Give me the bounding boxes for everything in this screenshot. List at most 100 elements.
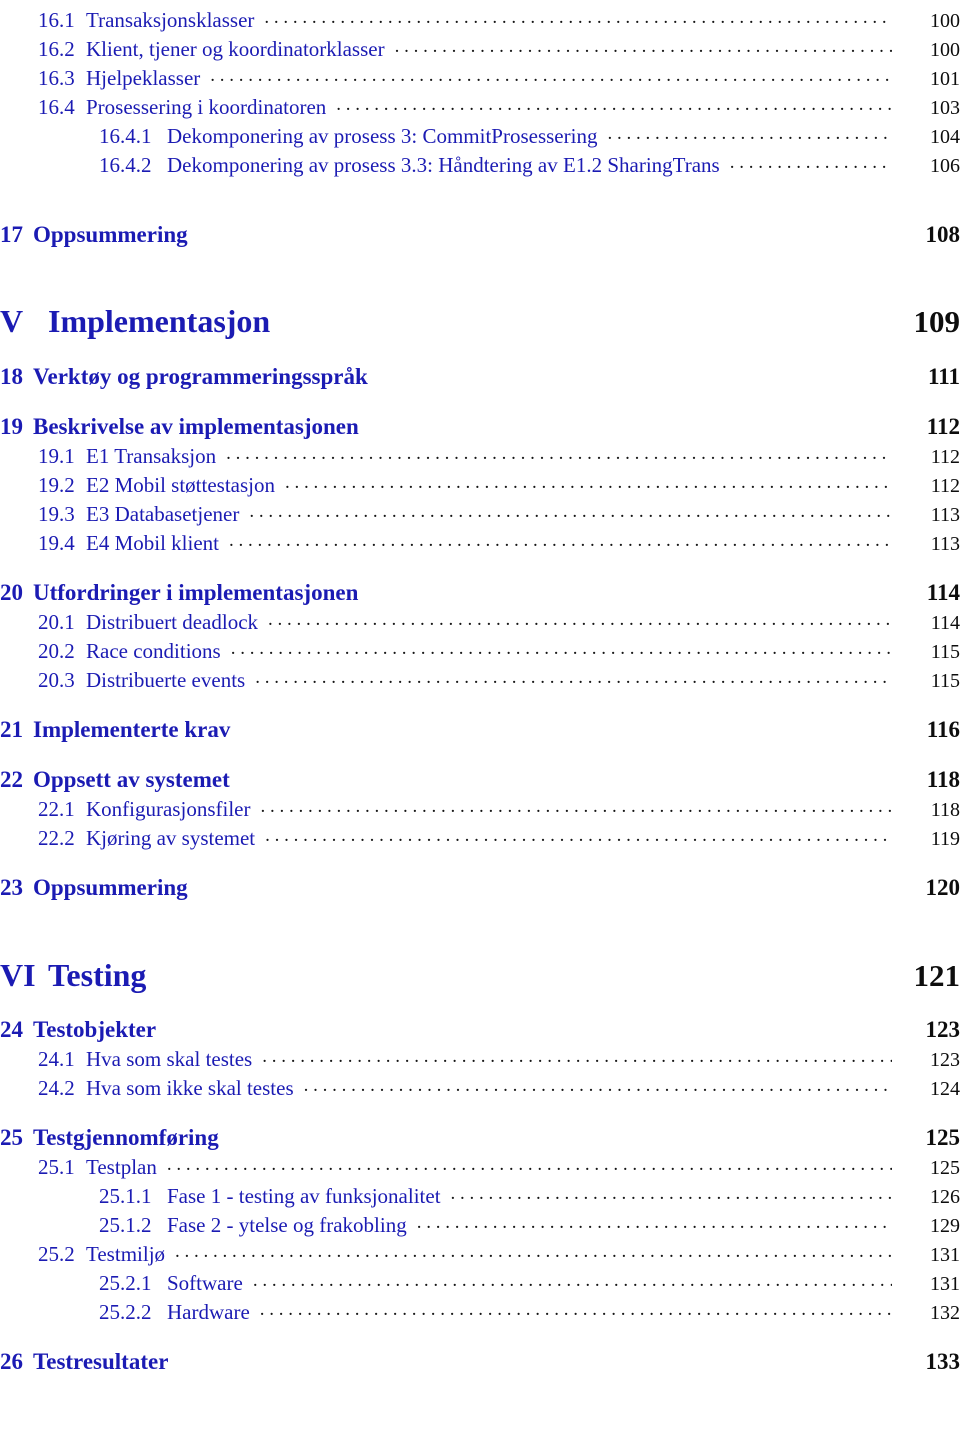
- dot-leader: [262, 1045, 892, 1066]
- toc-entry-number: 20.3: [38, 668, 75, 693]
- toc-entry-19[interactable]: 19 Beskrivelse av implementasjonen 112: [0, 413, 960, 439]
- toc-entry-VI[interactable]: VI Testing 121: [0, 956, 960, 993]
- toc-entry-21[interactable]: 21 Implementerte krav 116: [0, 718, 960, 742]
- toc-entry-16-1[interactable]: 16.1 Transaksjonsklasser 100: [0, 6, 960, 32]
- toc-entry-page-number: 129: [930, 1215, 960, 1238]
- toc-entry-25-2-2[interactable]: 25.2.2 Hardware 132: [0, 1298, 960, 1324]
- toc-entry-title: Kjøring av systemet: [86, 826, 256, 851]
- toc-entry-25-1[interactable]: 25.1 Testplan 125: [0, 1153, 960, 1179]
- dot-leader: [255, 666, 892, 687]
- toc-entry-V[interactable]: V Implementasjon 109: [0, 305, 960, 339]
- toc-entry-page-number: 103: [930, 97, 960, 119]
- dot-leader: [167, 1153, 892, 1174]
- toc-entry-number: 22.2: [38, 826, 75, 851]
- toc-entry-number: 25.2.2: [99, 1300, 152, 1325]
- toc-entry-25-1-2[interactable]: 25.1.2 Fase 2 - ytelse og frakobling 129: [0, 1211, 960, 1237]
- toc-entry-17[interactable]: 17 Oppsummering 108: [0, 222, 960, 247]
- toc-entry-25-1-1[interactable]: 25.1.1 Fase 1 - testing av funksjonalitet…: [0, 1182, 960, 1208]
- toc-entry-title: Testobjekter: [33, 1017, 157, 1043]
- toc-entry-26[interactable]: 26 Testresultater 133: [0, 1350, 960, 1374]
- toc-entry-page-number: 112: [930, 446, 960, 469]
- toc-entry-24-2[interactable]: 24.2 Hva som ikke skal testes 124: [0, 1074, 960, 1100]
- toc-entry-number: 26: [0, 1349, 23, 1375]
- toc-entry-25-2[interactable]: 25.2 Testmiljø 131: [0, 1240, 960, 1266]
- toc-entry-page-number: 114: [926, 580, 960, 606]
- toc-entry-number: 16.3: [38, 66, 75, 90]
- toc-entry-title: E4 Mobil klient: [86, 531, 219, 556]
- toc-entry-title: Testgjennomføring: [33, 1125, 219, 1151]
- toc-entry-20[interactable]: 20 Utfordringer i implementasjonen 114: [0, 580, 960, 606]
- toc-entry-number: 25.2: [38, 1242, 75, 1267]
- toc-entry-16-4-1[interactable]: 16.4.1 Dekomponering av prosess 3: Commit…: [0, 122, 960, 148]
- toc-entry-23[interactable]: 23 Oppsummering 120: [0, 876, 960, 900]
- toc-entry-title: Oppsummering: [33, 875, 188, 901]
- toc-entry-number: 20.2: [38, 639, 75, 664]
- toc-entry-number: 22.1: [38, 797, 75, 822]
- toc-entry-title: Testmiljø: [86, 1242, 166, 1267]
- toc-entry-number: 16.1: [38, 8, 75, 32]
- dot-leader: [210, 64, 892, 85]
- toc-entry-number: 22: [0, 767, 23, 793]
- dot-leader: [264, 6, 892, 27]
- toc-entry-20-2[interactable]: 20.2 Race conditions 115: [0, 637, 960, 663]
- toc-entry-18[interactable]: 18 Verktøy og programmeringsspråk 111: [0, 363, 960, 389]
- toc-entry-page-number: 100: [930, 39, 960, 61]
- toc-entry-page-number: 101: [930, 68, 960, 90]
- toc-entry-number: 17: [0, 222, 23, 247]
- toc-entry-19-1[interactable]: 19.1 E1 Transaksjon 112: [0, 442, 960, 468]
- toc-entry-title: Verktøy og programmeringsspråk: [33, 363, 368, 389]
- toc-entry-title: Beskrivelse av implementasjonen: [33, 413, 359, 439]
- toc-entry-title: E1 Transaksjon: [86, 444, 217, 469]
- toc-entry-page-number: 119: [930, 828, 960, 851]
- toc-entry-19-3[interactable]: 19.3 E3 Databasetjener 113: [0, 500, 960, 526]
- toc-entry-page-number: 126: [930, 1186, 960, 1209]
- toc-entry-24-1[interactable]: 24.1 Hva som skal testes 123: [0, 1045, 960, 1071]
- toc-entry-title: Dekomponering av prosess 3: CommitProses…: [167, 124, 598, 148]
- toc-entry-title: Implementasjon: [48, 303, 271, 340]
- dot-leader: [226, 442, 892, 463]
- toc-entry-25-2-1[interactable]: 25.2.1 Software 131: [0, 1269, 960, 1295]
- toc-entry-22[interactable]: 22 Oppsett av systemet 118: [0, 768, 960, 792]
- toc-entry-20-1[interactable]: 20.1 Distribuert deadlock 114: [0, 608, 960, 634]
- dot-leader: [253, 1269, 892, 1290]
- toc-entry-title: Distribuert deadlock: [86, 610, 259, 635]
- toc-entry-19-4[interactable]: 19.4 E4 Mobil klient 113: [0, 529, 960, 555]
- toc-entry-19-2[interactable]: 19.2 E2 Mobil støttestasjon 112: [0, 471, 960, 497]
- toc-entry-number: 24.1: [38, 1047, 75, 1072]
- dot-leader: [231, 637, 892, 658]
- dot-leader: [607, 122, 892, 143]
- toc-entry-page-number: 133: [925, 1349, 960, 1375]
- toc-entry-number: 16.2: [38, 37, 75, 61]
- toc-entry-22-1[interactable]: 22.1 Konfigurasjonsfiler 118: [0, 795, 960, 821]
- dot-leader: [265, 824, 892, 845]
- toc-entry-20-3[interactable]: 20.3 Distribuerte events 115: [0, 666, 960, 692]
- toc-entry-title: Hva som ikke skal testes: [86, 1076, 294, 1101]
- toc-entry-number: 19.2: [38, 473, 75, 498]
- toc-entry-title: Software: [167, 1271, 243, 1296]
- dot-leader: [304, 1074, 892, 1095]
- toc-entry-title: Testing: [48, 956, 147, 993]
- toc-entry-number: 25.1.1: [99, 1184, 152, 1209]
- toc-entry-22-2[interactable]: 22.2 Kjøring av systemet 119: [0, 824, 960, 850]
- toc-entry-16-2[interactable]: 16.2 Klient, tjener og koordinatorklasser…: [0, 35, 960, 61]
- toc-entry-24[interactable]: 24 Testobjekter 123: [0, 1018, 960, 1042]
- toc-entry-page-number: 114: [930, 612, 960, 635]
- toc-entry-page-number: 104: [930, 126, 960, 148]
- toc-entry-title: Fase 1 - testing av funksjonalitet: [167, 1184, 441, 1209]
- toc-entry-16-4[interactable]: 16.4 Prosessering i koordinatoren 103: [0, 93, 960, 119]
- toc-entry-number: 16.4.2: [99, 153, 152, 177]
- toc-entry-number: 24: [0, 1017, 23, 1043]
- toc-entry-title: Transaksjonsklasser: [86, 8, 255, 32]
- toc-entry-16-4-2[interactable]: 16.4.2 Dekomponering av prosess 3.3: Hånd…: [0, 151, 960, 177]
- toc-entry-page-number: 123: [925, 1017, 960, 1043]
- toc-entry-16-3[interactable]: 16.3 Hjelpeklasser 101: [0, 64, 960, 90]
- toc-entry-25[interactable]: 25 Testgjennomføring 125: [0, 1126, 960, 1150]
- toc-entry-title: Implementerte krav: [33, 717, 231, 743]
